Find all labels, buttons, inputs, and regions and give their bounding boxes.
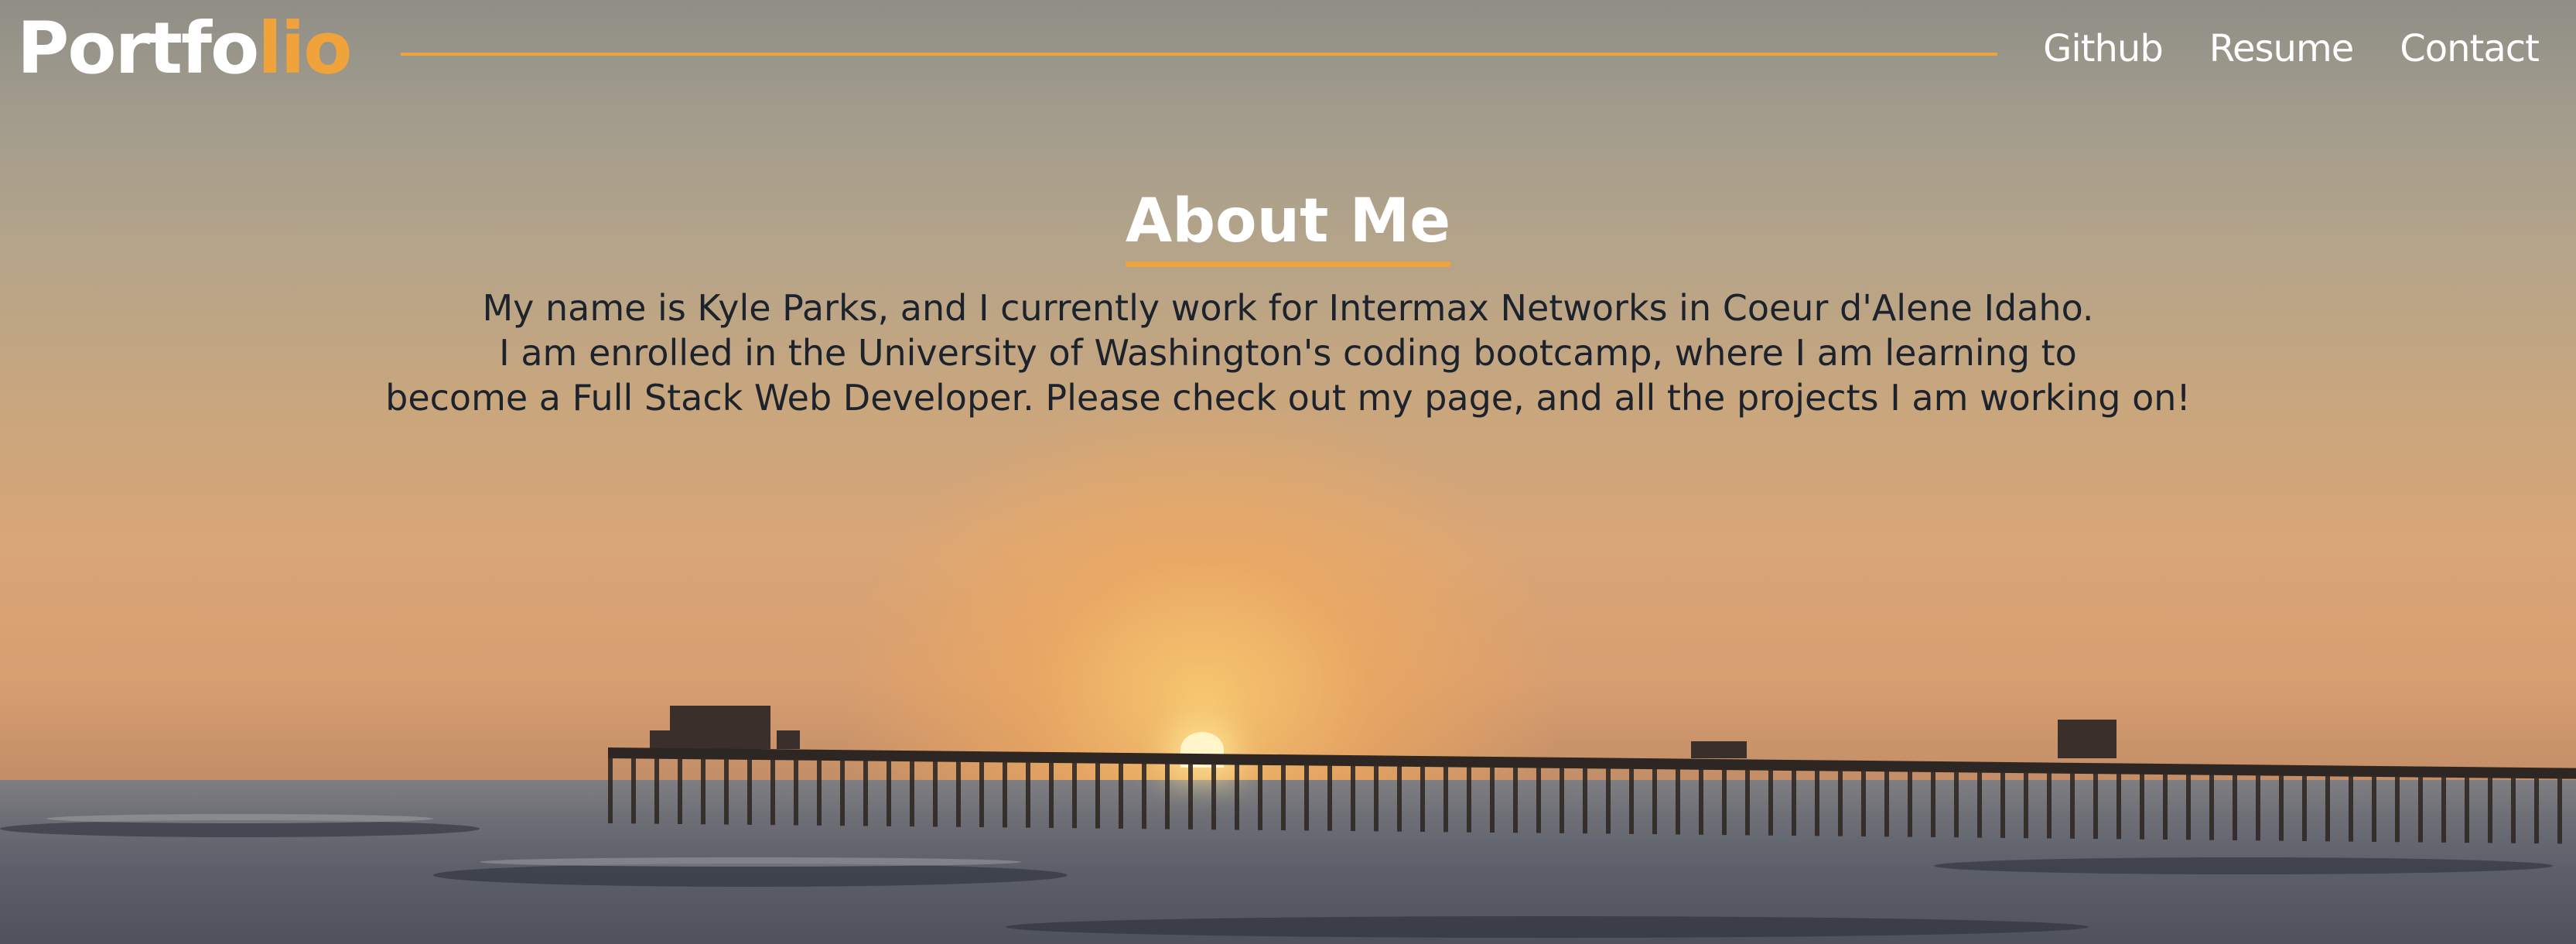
- nav-link-resume[interactable]: Resume: [2209, 23, 2354, 74]
- wave: [1006, 916, 2089, 938]
- site-logo[interactable]: Portfolio: [17, 6, 353, 91]
- wave: [46, 814, 433, 823]
- logo-text-main: Portfo: [17, 7, 259, 90]
- wave: [1934, 857, 2553, 874]
- nav-link-github[interactable]: Github: [2043, 23, 2164, 74]
- pier-building: [2058, 720, 2116, 758]
- about-text-line: become a Full Stack Web Developer. Pleas…: [385, 377, 2191, 419]
- pier-building: [650, 730, 681, 749]
- about-text-line: I am enrolled in the University of Washi…: [499, 332, 2077, 374]
- header-divider: [401, 53, 1997, 56]
- pier-building: [670, 706, 770, 749]
- logo-text-accent: lio: [258, 7, 352, 90]
- about-section: About Me My name is Kyle Parks, and I cu…: [0, 183, 2576, 420]
- site-header: Portfolio Github Resume Contact: [0, 0, 2576, 108]
- about-text-line: My name is Kyle Parks, and I currently w…: [482, 287, 2094, 329]
- about-title: About Me: [1125, 183, 1451, 267]
- main-nav: Github Resume Contact: [2043, 23, 2540, 74]
- wave: [480, 857, 1021, 867]
- about-text: My name is Kyle Parks, and I currently w…: [128, 286, 2448, 420]
- nav-link-contact[interactable]: Contact: [2400, 23, 2540, 74]
- hero-background-image: [0, 0, 2576, 944]
- wave: [433, 864, 1068, 887]
- pier-building: [1691, 741, 1747, 758]
- pier-building: [777, 730, 800, 749]
